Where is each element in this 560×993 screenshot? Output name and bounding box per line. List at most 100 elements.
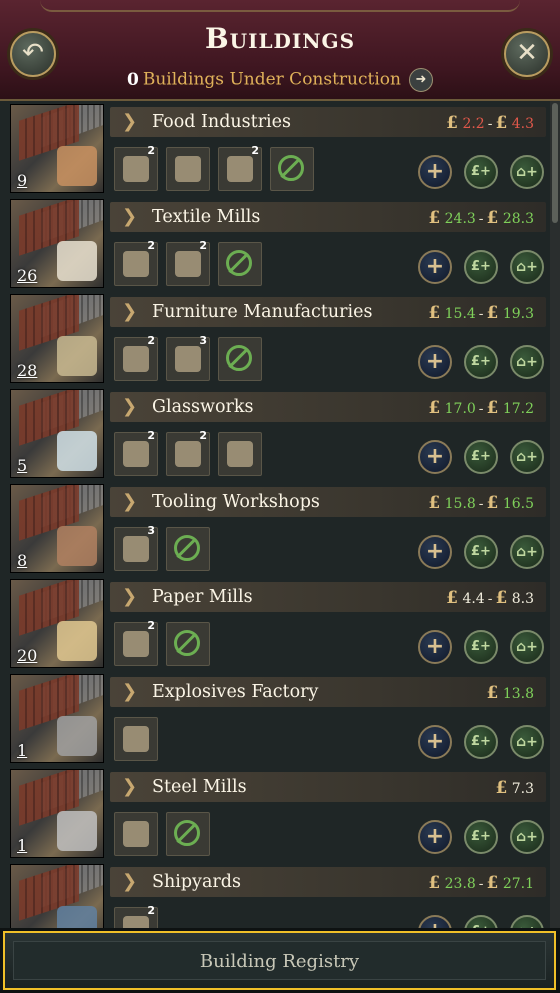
- production-method-slot[interactable]: 2: [114, 334, 158, 381]
- queue-construction-button[interactable]: +: [418, 725, 452, 759]
- building-thumbnail[interactable]: 5: [10, 389, 104, 478]
- building-header[interactable]: ❯ Explosives Factory £ 13.8: [110, 677, 546, 707]
- building-header[interactable]: ❯ Textile Mills £ 24.3- £ 28.3: [110, 202, 546, 232]
- expand-building-button[interactable]: ⌂+: [510, 535, 544, 569]
- cost-max: 27.1: [502, 876, 534, 892]
- goblet-icon: [123, 441, 149, 467]
- production-method-slot[interactable]: [166, 527, 210, 571]
- production-method-slot[interactable]: [166, 812, 210, 856]
- production-method-slot[interactable]: 2: [166, 429, 210, 476]
- subsidize-button[interactable]: £+: [464, 630, 498, 664]
- queue-construction-button[interactable]: +: [418, 440, 452, 474]
- close-button[interactable]: ✕: [504, 31, 550, 77]
- building-level[interactable]: 26: [17, 266, 37, 285]
- production-method-slot[interactable]: [166, 147, 210, 191]
- building-row[interactable]: 1 ❯ Steel Mills £ 7.3 + £+ ⌂+: [0, 766, 550, 862]
- subsidize-button[interactable]: £+: [464, 725, 498, 759]
- building-level[interactable]: 8: [17, 551, 27, 570]
- production-method-slot[interactable]: [166, 622, 210, 666]
- queue-construction-button[interactable]: +: [418, 630, 452, 664]
- expand-building-button[interactable]: ⌂+: [510, 345, 544, 379]
- building-row[interactable]: 20 ❯ Paper Mills £ 4.4- £ 8.3 2 + £+ ⌂+: [0, 576, 550, 672]
- building-thumbnail[interactable]: 28: [10, 294, 104, 383]
- building-row[interactable]: 9 ❯ Food Industries £ 2.2- £ 4.3 2 2 + £+ ⌂+: [0, 101, 550, 197]
- building-header[interactable]: ❯ Steel Mills £ 7.3: [110, 772, 546, 802]
- cost-max: 19.3: [502, 306, 534, 322]
- subsidize-button[interactable]: £+: [464, 345, 498, 379]
- subsidize-button[interactable]: £+: [464, 155, 498, 189]
- building-header[interactable]: ❯ Tooling Workshops £ 15.8- £ 16.5: [110, 487, 546, 517]
- method-option-count: 2: [147, 144, 155, 157]
- expand-building-button[interactable]: ⌂+: [510, 725, 544, 759]
- building-row[interactable]: 5 ❯ Glassworks £ 17.0- £ 17.2 2 2 + £+ ⌂+: [0, 386, 550, 482]
- footer: Building Registry: [0, 928, 560, 993]
- building-registry-button[interactable]: Building Registry: [3, 931, 556, 990]
- building-level[interactable]: 1: [17, 836, 27, 855]
- building-row[interactable]: 1 ❯ Explosives Factory £ 13.8 + £+ ⌂+: [0, 671, 550, 767]
- queue-construction-button[interactable]: +: [418, 250, 452, 284]
- building-thumbnail[interactable]: 26: [10, 199, 104, 288]
- expand-building-button[interactable]: ⌂+: [510, 250, 544, 284]
- building-header[interactable]: ❯ Shipyards £ 23.8- £ 27.1: [110, 867, 546, 897]
- expand-building-button[interactable]: ⌂+: [510, 155, 544, 189]
- queue-construction-button[interactable]: +: [418, 915, 452, 928]
- queue-construction-button[interactable]: +: [418, 535, 452, 569]
- building-thumbnail[interactable]: 20: [10, 579, 104, 668]
- building-row[interactable]: 28 ❯ Furniture Manufacturies £ 15.4- £ 19.3 2…: [0, 291, 550, 387]
- building-level[interactable]: 9: [17, 171, 27, 190]
- queue-construction-button[interactable]: +: [418, 155, 452, 189]
- building-level[interactable]: 1: [17, 741, 27, 760]
- production-method-slot[interactable]: 3: [114, 524, 158, 571]
- production-method-slot[interactable]: 2: [114, 239, 158, 286]
- production-method-slot[interactable]: [114, 812, 158, 856]
- pound-icon: £: [495, 588, 508, 608]
- building-list[interactable]: 9 ❯ Food Industries £ 2.2- £ 4.3 2 2 + £+ ⌂+ 26 ❯ Te…: [0, 101, 550, 928]
- production-method-slot[interactable]: [218, 337, 262, 381]
- expand-building-button[interactable]: ⌂+: [510, 820, 544, 854]
- subsidize-button[interactable]: £+: [464, 250, 498, 284]
- building-header[interactable]: ❯ Food Industries £ 2.2- £ 4.3: [110, 107, 546, 137]
- production-method-slot[interactable]: 3: [166, 334, 210, 381]
- production-method-slot[interactable]: 2: [218, 144, 262, 191]
- production-method-slot[interactable]: 2: [114, 144, 158, 191]
- building-level[interactable]: 5: [17, 456, 27, 475]
- subsidize-button[interactable]: £+: [464, 915, 498, 928]
- production-method-slot[interactable]: [270, 147, 314, 191]
- building-thumbnail[interactable]: 8: [10, 484, 104, 573]
- subsidize-button[interactable]: £+: [464, 820, 498, 854]
- worker-method-icon: [227, 156, 253, 182]
- production-method-slot[interactable]: 2: [166, 239, 210, 286]
- construction-arrow-icon[interactable]: ➜: [408, 68, 433, 92]
- building-header[interactable]: ❯ Paper Mills £ 4.4- £ 8.3: [110, 582, 546, 612]
- queue-construction-button[interactable]: +: [418, 345, 452, 379]
- production-method-slot[interactable]: [218, 432, 262, 476]
- building-level[interactable]: 20: [17, 646, 37, 665]
- building-thumbnail[interactable]: [10, 864, 104, 928]
- production-method-slot[interactable]: 2: [114, 429, 158, 476]
- building-row[interactable]: ❯ Shipyards £ 23.8-£ 27.1 2 + £+ ⌂+: [0, 861, 550, 928]
- production-method-slot[interactable]: [218, 242, 262, 286]
- scrollbar[interactable]: [550, 101, 560, 928]
- expand-building-button[interactable]: ⌂+: [510, 915, 544, 928]
- shipyard-method-icon: [123, 916, 149, 928]
- production-method-slot[interactable]: [114, 717, 158, 761]
- subsidize-button[interactable]: £+: [464, 535, 498, 569]
- building-thumbnail[interactable]: 9: [10, 104, 104, 193]
- method-option-count: 2: [147, 429, 155, 442]
- building-level[interactable]: 28: [17, 361, 37, 380]
- building-header[interactable]: ❯ Glassworks £ 17.0- £ 17.2: [110, 392, 546, 422]
- queue-construction-button[interactable]: +: [418, 820, 452, 854]
- subsidize-button[interactable]: £+: [464, 440, 498, 474]
- building-row[interactable]: 8 ❯ Tooling Workshops £ 15.8- £ 16.5 3 + £+ ⌂+: [0, 481, 550, 577]
- production-method-slot[interactable]: 2: [114, 619, 158, 666]
- building-name: Shipyards: [152, 872, 241, 892]
- production-method-slot[interactable]: 2: [114, 904, 158, 928]
- building-header[interactable]: ❯ Furniture Manufacturies £ 15.4- £ 19.3: [110, 297, 546, 327]
- building-thumbnail[interactable]: 1: [10, 769, 104, 858]
- house-plus-icon: ⌂+: [516, 544, 538, 560]
- scrollbar-thumb[interactable]: [552, 103, 558, 223]
- expand-building-button[interactable]: ⌂+: [510, 630, 544, 664]
- expand-building-button[interactable]: ⌂+: [510, 440, 544, 474]
- building-thumbnail[interactable]: 1: [10, 674, 104, 763]
- building-row[interactable]: 26 ❯ Textile Mills £ 24.3- £ 28.3 2 2 + £+ ⌂+: [0, 196, 550, 292]
